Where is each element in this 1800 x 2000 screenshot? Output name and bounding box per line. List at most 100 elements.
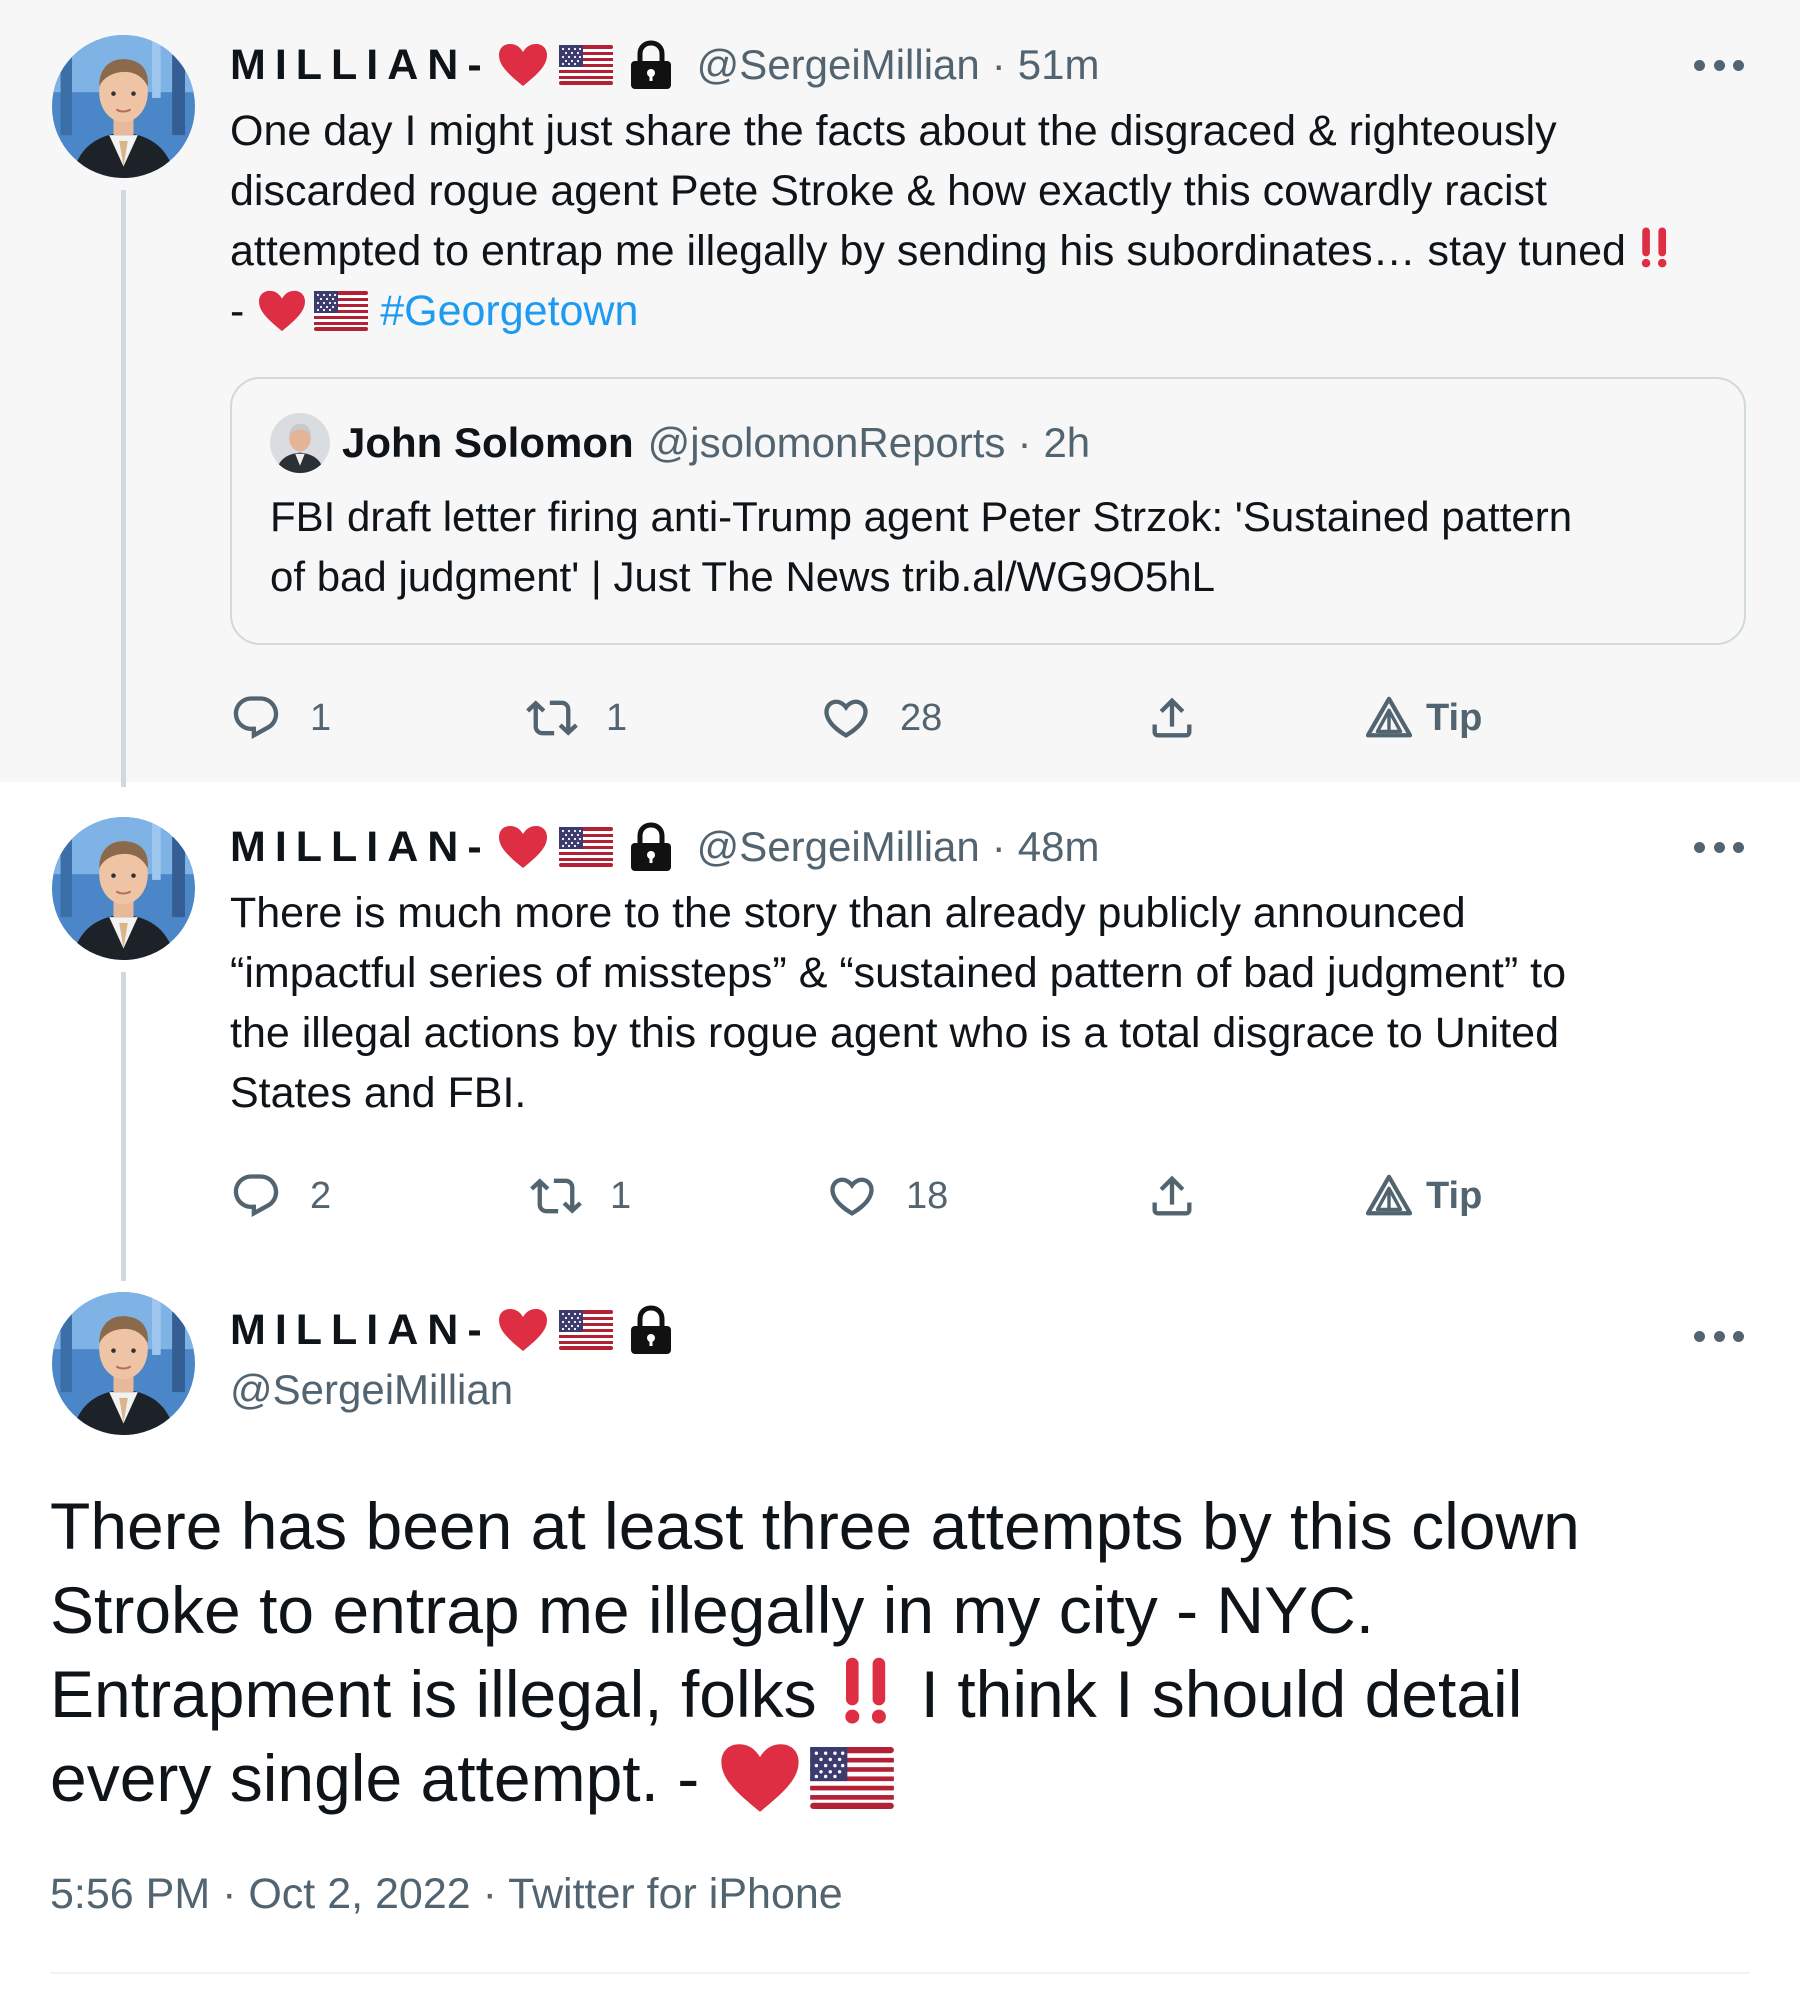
quoted-handle[interactable]: @jsolomonReports bbox=[648, 419, 1006, 467]
tip-icon bbox=[1366, 1173, 1412, 1219]
tweet-text-line: attempted to entrap me illegally by send… bbox=[230, 221, 1750, 281]
us-flag-emoji bbox=[314, 291, 368, 331]
like-button[interactable]: 28 bbox=[820, 688, 942, 748]
handle[interactable]: @SergeiMillian bbox=[697, 41, 980, 89]
retweet-button[interactable]: 1 bbox=[526, 688, 627, 748]
handle[interactable]: @SergeiMillian bbox=[230, 1366, 513, 1414]
separator-dot: · bbox=[991, 823, 1006, 870]
tweet-text-segment: - bbox=[230, 287, 245, 335]
quoted-tweet-card[interactable]: John Solomon @jsolomonReports · 2h FBI d… bbox=[230, 377, 1746, 645]
retweet-count: 1 bbox=[606, 696, 628, 739]
tweet-handle-row: @SergeiMillian bbox=[230, 1360, 513, 1420]
divider bbox=[50, 1972, 1750, 1974]
tip-icon bbox=[1366, 695, 1412, 741]
tweet-text-line: discarded rogue agent Pete Stroke & how … bbox=[230, 167, 1547, 215]
thread-connector-line bbox=[121, 972, 126, 1276]
share-icon bbox=[1146, 1170, 1198, 1222]
tweet-text-line: every single attempt. - bbox=[50, 1736, 1750, 1820]
avatar[interactable] bbox=[52, 1292, 195, 1435]
retweet-icon bbox=[530, 1170, 582, 1222]
quoted-time[interactable]: 2h bbox=[1043, 419, 1090, 467]
heart-emoji bbox=[497, 1307, 549, 1353]
us-flag-emoji bbox=[559, 1310, 613, 1350]
us-flag-emoji bbox=[559, 45, 613, 85]
tweet-text-line: One day I might just share the facts abo… bbox=[230, 107, 1557, 155]
like-count: 18 bbox=[906, 1174, 949, 1217]
tweet-text-line: There has been at least three attempts b… bbox=[50, 1489, 1580, 1563]
tweet-text-line: - #Georgetown bbox=[230, 281, 1750, 341]
lock-emoji bbox=[627, 40, 675, 90]
tweet-text-segment: Entrapment is illegal, folks bbox=[50, 1657, 817, 1731]
like-count: 28 bbox=[900, 696, 943, 739]
tweet-header: MILLIAN- @SergeiMillian · 48m bbox=[230, 817, 1099, 877]
double-exclamation-emoji bbox=[1638, 225, 1672, 269]
retweet-icon bbox=[526, 692, 578, 744]
thread-connector-line bbox=[121, 190, 126, 782]
heart-emoji bbox=[497, 42, 549, 88]
tweet-text-line: Stroke to entrap me illegally in my city… bbox=[50, 1573, 1375, 1647]
avatar[interactable] bbox=[52, 817, 195, 960]
thread-connector-line bbox=[121, 1276, 126, 1281]
quoted-text-line: of bad judgment' | Just The News trib.al… bbox=[270, 553, 1215, 600]
tweet-text-line: States and FBI. bbox=[230, 1069, 527, 1117]
like-button[interactable]: 18 bbox=[826, 1166, 948, 1226]
thread-connector-line bbox=[121, 782, 126, 787]
tweet-text: One day I might just share the facts abo… bbox=[230, 101, 1750, 341]
tweet-3-main: MILLIAN- @SergeiMillian There has been a… bbox=[0, 1276, 1800, 2000]
reply-icon bbox=[230, 692, 282, 744]
tip-label: Tip bbox=[1426, 1174, 1483, 1217]
retweet-button[interactable]: 1 bbox=[530, 1166, 631, 1226]
tweet-text-segment: every single attempt. - bbox=[50, 1741, 700, 1815]
reply-button[interactable]: 2 bbox=[230, 1166, 331, 1226]
display-name[interactable]: MILLIAN- bbox=[230, 823, 491, 872]
reply-count: 2 bbox=[310, 1174, 332, 1217]
retweet-count: 1 bbox=[610, 1174, 632, 1217]
separator-dot: · bbox=[1017, 419, 1032, 466]
more-icon[interactable] bbox=[1694, 58, 1744, 72]
like-icon bbox=[820, 692, 872, 744]
us-flag-emoji bbox=[559, 827, 613, 867]
tweet-actions: 1 1 28 Tip bbox=[230, 688, 1530, 748]
tweet-text-segment: attempted to entrap me illegally by send… bbox=[230, 227, 1626, 275]
tip-button[interactable]: Tip bbox=[1366, 1166, 1482, 1226]
quoted-display-name[interactable]: John Solomon bbox=[342, 419, 634, 467]
quoted-text-line: FBI draft letter firing anti-Trump agent… bbox=[270, 493, 1573, 540]
tip-label: Tip bbox=[1426, 696, 1483, 739]
tweet-2[interactable]: MILLIAN- @SergeiMillian · 48m There is m… bbox=[0, 782, 1800, 1276]
tweet-text-line: Entrapment is illegal, folks I think I sh… bbox=[50, 1652, 1750, 1736]
reply-button[interactable]: 1 bbox=[230, 688, 331, 748]
tweet-text: There is much more to the story than alr… bbox=[230, 883, 1750, 1123]
share-icon bbox=[1146, 692, 1198, 744]
tweet-1[interactable]: MILLIAN- @SergeiMillian · 51m One day I … bbox=[0, 0, 1800, 782]
tweet-text-segment: I think I should detail bbox=[920, 1657, 1523, 1731]
us-flag-emoji bbox=[810, 1747, 894, 1809]
tweet-timestamp[interactable]: 5:56 PM · Oct 2, 2022 · Twitter for iPho… bbox=[50, 1870, 843, 1919]
more-icon[interactable] bbox=[1694, 1329, 1744, 1343]
reply-icon bbox=[230, 1170, 282, 1222]
tip-button[interactable]: Tip bbox=[1366, 688, 1482, 748]
separator-dot: · bbox=[991, 41, 1006, 88]
tweet-time[interactable]: 51m bbox=[1018, 41, 1100, 89]
lock-emoji bbox=[627, 822, 675, 872]
display-name[interactable]: MILLIAN- bbox=[230, 41, 491, 90]
heart-emoji bbox=[256, 289, 308, 333]
tweet-text-line: the illegal actions by this rogue agent … bbox=[230, 1009, 1560, 1057]
reply-count: 1 bbox=[310, 696, 332, 739]
double-exclamation-emoji bbox=[837, 1655, 897, 1725]
quoted-tweet-header: John Solomon @jsolomonReports · 2h bbox=[270, 413, 1090, 473]
share-button[interactable] bbox=[1146, 688, 1198, 748]
hashtag-link[interactable]: #Georgetown bbox=[380, 287, 638, 335]
tweet-text-line: There is much more to the story than alr… bbox=[230, 889, 1466, 937]
handle[interactable]: @SergeiMillian bbox=[697, 823, 980, 871]
tweet-time[interactable]: 48m bbox=[1018, 823, 1100, 871]
display-name[interactable]: MILLIAN- bbox=[230, 1306, 491, 1355]
quoted-avatar[interactable] bbox=[270, 413, 330, 473]
avatar[interactable] bbox=[52, 35, 195, 178]
lock-emoji bbox=[627, 1305, 675, 1355]
more-icon[interactable] bbox=[1694, 840, 1744, 854]
heart-emoji bbox=[718, 1741, 802, 1815]
tweet-text-line: “impactful series of missteps” & “sustai… bbox=[230, 949, 1567, 997]
like-icon bbox=[826, 1170, 878, 1222]
tweet-text: There has been at least three attempts b… bbox=[50, 1484, 1750, 1820]
share-button[interactable] bbox=[1146, 1166, 1198, 1226]
